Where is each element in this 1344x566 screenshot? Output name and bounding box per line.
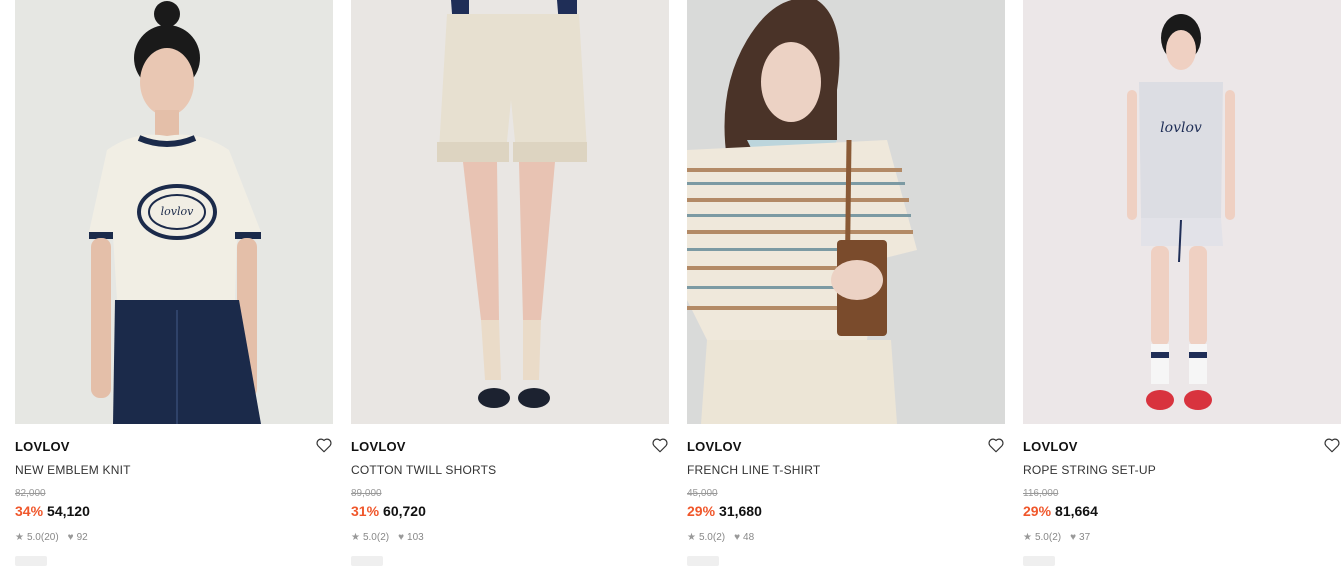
product-name[interactable]: NEW EMBLEM KNIT bbox=[15, 463, 131, 477]
likes: ♥ 37 bbox=[1070, 532, 1090, 543]
star-icon: ★ bbox=[15, 532, 24, 543]
review-count: (2) bbox=[712, 532, 726, 543]
product-card[interactable]: LOVLOV FRENCH LINE T-SHIRT 45,000 29% 31,… bbox=[687, 0, 1005, 566]
product-name[interactable]: FRENCH LINE T-SHIRT bbox=[687, 463, 820, 477]
like-count: 103 bbox=[407, 532, 424, 543]
product-card[interactable]: lovlov LOVLOV NEW EMBLEM KNIT 82,000 34%… bbox=[15, 0, 333, 566]
brand-name[interactable]: LOVLOV bbox=[15, 439, 70, 454]
price-row: 31% 60,720 bbox=[351, 503, 426, 519]
rating: 5.0 bbox=[362, 532, 377, 543]
product-image[interactable]: lovlov bbox=[15, 0, 333, 424]
product-tag bbox=[351, 556, 383, 566]
sale-price: 60,720 bbox=[383, 503, 426, 519]
product-image[interactable]: lovlov bbox=[1023, 0, 1341, 424]
product-tag bbox=[15, 556, 47, 566]
discount-rate: 34% bbox=[15, 503, 44, 519]
review-count: (20) bbox=[40, 532, 59, 543]
product-meta: ★ 5.0 (20) ♥ 92 bbox=[15, 532, 88, 543]
rating: 5.0 bbox=[26, 532, 41, 543]
heart-filled-icon: ♥ bbox=[734, 532, 741, 543]
brand-name[interactable]: LOVLOV bbox=[687, 439, 742, 454]
product-meta: ★ 5.0 (2) ♥ 37 bbox=[1023, 532, 1090, 543]
price-row: 29% 31,680 bbox=[687, 503, 762, 519]
original-price: 89,000 bbox=[351, 488, 382, 499]
wishlist-heart-icon[interactable] bbox=[1323, 436, 1341, 454]
original-price: 45,000 bbox=[687, 488, 718, 499]
wishlist-heart-icon[interactable] bbox=[315, 436, 333, 454]
heart-filled-icon: ♥ bbox=[398, 532, 405, 543]
rating: 5.0 bbox=[1034, 532, 1049, 543]
product-meta: ★ 5.0 (2) ♥ 103 bbox=[351, 532, 424, 543]
rating: 5.0 bbox=[698, 532, 713, 543]
product-name[interactable]: COTTON TWILL SHORTS bbox=[351, 463, 496, 477]
price-row: 29% 81,664 bbox=[1023, 503, 1098, 519]
product-tag bbox=[1023, 556, 1055, 566]
wishlist-heart-icon[interactable] bbox=[651, 436, 669, 454]
heart-filled-icon: ♥ bbox=[1070, 532, 1077, 543]
brand-name[interactable]: LOVLOV bbox=[351, 439, 406, 454]
star-icon: ★ bbox=[351, 532, 360, 543]
wishlist-heart-icon[interactable] bbox=[987, 436, 1005, 454]
review-count: (2) bbox=[376, 532, 390, 543]
product-image[interactable] bbox=[687, 0, 1005, 424]
product-grid: lovlov LOVLOV NEW EMBLEM KNIT 82,000 34%… bbox=[0, 0, 1344, 566]
product-card[interactable]: lovlov LOVLOV ROPE STRING SET-UP 116,000… bbox=[1023, 0, 1341, 566]
like-count: 48 bbox=[743, 532, 755, 543]
product-meta: ★ 5.0 (2) ♥ 48 bbox=[687, 532, 754, 543]
discount-rate: 31% bbox=[351, 503, 380, 519]
heart-filled-icon: ♥ bbox=[67, 532, 74, 543]
likes: ♥ 92 bbox=[68, 532, 88, 543]
sale-price: 81,664 bbox=[1055, 503, 1098, 519]
price-row: 34% 54,120 bbox=[15, 503, 90, 519]
sale-price: 54,120 bbox=[47, 503, 90, 519]
discount-rate: 29% bbox=[1023, 503, 1052, 519]
original-price: 116,000 bbox=[1023, 488, 1059, 499]
svg-text:lovlov: lovlov bbox=[1160, 120, 1202, 136]
star-icon: ★ bbox=[687, 532, 696, 543]
like-count: 92 bbox=[76, 532, 88, 543]
review-count: (2) bbox=[1048, 532, 1062, 543]
svg-text:lovlov: lovlov bbox=[161, 205, 194, 218]
star-icon: ★ bbox=[1023, 532, 1032, 543]
brand-name[interactable]: LOVLOV bbox=[1023, 439, 1078, 454]
likes: ♥ 48 bbox=[734, 532, 754, 543]
product-image[interactable] bbox=[351, 0, 669, 424]
product-tag bbox=[687, 556, 719, 566]
likes: ♥ 103 bbox=[398, 532, 424, 543]
product-name[interactable]: ROPE STRING SET-UP bbox=[1023, 463, 1156, 477]
like-count: 37 bbox=[1079, 532, 1091, 543]
original-price: 82,000 bbox=[15, 488, 46, 499]
discount-rate: 29% bbox=[687, 503, 716, 519]
product-card[interactable]: LOVLOV COTTON TWILL SHORTS 89,000 31% 60,… bbox=[351, 0, 669, 566]
sale-price: 31,680 bbox=[719, 503, 762, 519]
